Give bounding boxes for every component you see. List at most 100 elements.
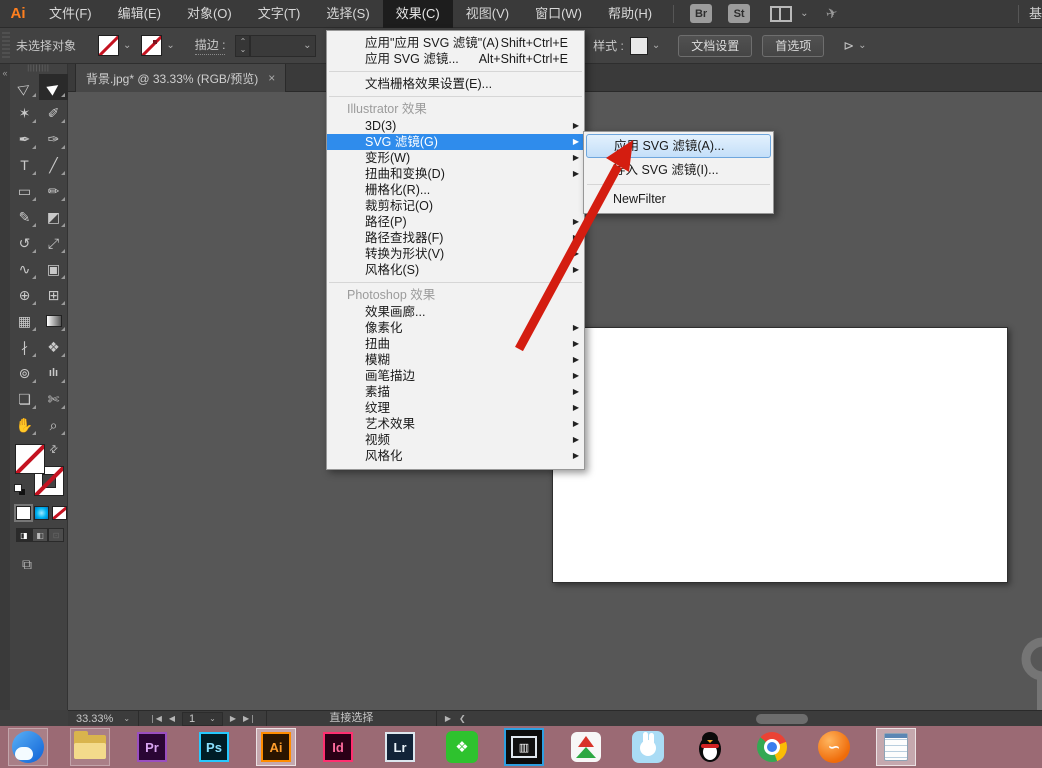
zoom-tool[interactable]: ⌕ (39, 412, 68, 438)
paintbrush-tool[interactable]: ✏ (39, 178, 68, 204)
type-tool[interactable]: T (10, 152, 39, 178)
artboard-tool[interactable]: ❏ (10, 386, 39, 412)
swap-fill-stroke-icon[interactable]: ⇄ (47, 443, 61, 457)
gradient-button[interactable] (34, 506, 49, 520)
menu-item-stylize-ai[interactable]: 风格化(S)▶ (327, 262, 584, 278)
default-fill-stroke-icon[interactable] (14, 484, 26, 496)
bridge-button[interactable]: Br (690, 4, 712, 23)
submenu-item-import-svg-filter[interactable]: 导入 SVG 滤镜(I)... (586, 158, 771, 182)
menu-item-apply-svg-filter[interactable]: 应用 SVG 滤镜...Alt+Shift+Ctrl+E (327, 51, 584, 67)
menu-item-rasterize[interactable]: 栅格化(R)... (327, 182, 584, 198)
menu-item-warp[interactable]: 变形(W)▶ (327, 150, 584, 166)
chevron-down-icon[interactable]: ⌄ (162, 40, 178, 51)
menu-item-crop-marks[interactable]: 裁剪标记(O) (327, 198, 584, 214)
chevron-down-icon[interactable]: ⌄ (299, 40, 315, 51)
width-tool[interactable]: ∿ (10, 256, 39, 282)
stroke-weight-label[interactable]: 描边 : (195, 36, 226, 55)
chevron-down-icon[interactable]: ⌄ (854, 40, 870, 51)
taskbar-chrome[interactable] (752, 728, 792, 766)
menu-item-artistic[interactable]: 艺术效果▶ (327, 416, 584, 432)
taskbar-premiere[interactable]: Pr (132, 728, 172, 766)
stroke-color-swatch[interactable] (141, 35, 162, 56)
chevron-down-icon[interactable]: ⌄ (209, 714, 216, 723)
preferences-button[interactable]: 首选项 (762, 35, 824, 57)
menu-type[interactable]: 文字(T) (245, 0, 314, 28)
close-icon[interactable]: × (268, 71, 275, 85)
first-artboard-icon[interactable]: ❘◀ (149, 714, 162, 723)
zoom-level-combo[interactable]: 33.33% ⌄ (68, 711, 139, 727)
document-setup-button[interactable]: 文档设置 (678, 35, 752, 57)
draw-behind-button[interactable]: ◧ (32, 528, 48, 542)
menu-item-path[interactable]: 路径(P)▶ (327, 214, 584, 230)
slice-tool[interactable]: ✄ (39, 386, 68, 412)
menu-select[interactable]: 选择(S) (313, 0, 382, 28)
lasso-tool[interactable]: ✐ (39, 100, 68, 126)
taskbar-green-cube-app[interactable]: ❖ (442, 728, 482, 766)
menu-effect[interactable]: 效果(C) (383, 0, 453, 28)
chevron-down-icon[interactable]: ⌄ (119, 40, 135, 51)
taskbar-photoshop[interactable]: Ps (194, 728, 234, 766)
artboard[interactable] (552, 327, 1008, 583)
tools-panel-grip[interactable]: |||||||| (10, 64, 67, 74)
menu-item-3d[interactable]: 3D(3)▶ (327, 118, 584, 134)
symbol-sprayer-tool[interactable]: ⊚ (10, 360, 39, 386)
menu-item-convert-to-shape[interactable]: 转换为形状(V)▶ (327, 246, 584, 262)
selection-options-icon[interactable]: ⊳ (843, 38, 854, 54)
taskbar-cone-app[interactable] (566, 728, 606, 766)
taskbar-rabbit-app[interactable] (628, 728, 668, 766)
magic-wand-tool[interactable]: ✶ (10, 100, 39, 126)
fill-swatch[interactable] (15, 444, 45, 474)
scale-tool[interactable]: ⤢ (39, 230, 68, 256)
rectangle-tool[interactable]: ▭ (10, 178, 39, 204)
arrange-documents-icon[interactable] (770, 6, 792, 22)
none-button[interactable] (52, 506, 67, 520)
menu-item-pixelate[interactable]: 像素化▶ (327, 320, 584, 336)
scrollbar-thumb[interactable] (756, 714, 808, 724)
current-tool-label[interactable]: 直接选择 (267, 711, 437, 727)
last-artboard-icon[interactable]: ▶❘ (243, 714, 256, 723)
sync-icon[interactable]: ✈ (824, 4, 840, 23)
menu-item-pathfinder[interactable]: 路径查找器(F)▶ (327, 230, 584, 246)
style-swatch[interactable] (630, 37, 648, 55)
selection-tool[interactable]: ▷ (10, 74, 39, 100)
hand-tool[interactable]: ✋ (10, 412, 39, 438)
submenu-item-newfilter[interactable]: NewFilter (586, 187, 771, 211)
line-segment-tool[interactable]: ╱ (39, 152, 68, 178)
perspective-grid-tool[interactable]: ⊞ (39, 282, 68, 308)
collapse-panel-icon[interactable]: « (0, 68, 10, 78)
screen-mode-icon[interactable]: ⧉ (22, 556, 67, 573)
pencil-tool[interactable]: ✎ (10, 204, 39, 230)
eyedropper-tool[interactable]: ∤ (10, 334, 39, 360)
menu-object[interactable]: 对象(O) (174, 0, 245, 28)
menu-edit[interactable]: 编辑(E) (105, 0, 174, 28)
draw-normal-button[interactable]: ◨ (16, 528, 32, 542)
menu-item-video[interactable]: 视频▶ (327, 432, 584, 448)
blend-tool[interactable]: ❖ (39, 334, 68, 360)
chevron-down-icon[interactable]: ⌄ (648, 40, 664, 51)
taskbar-lightroom[interactable]: Lr (380, 728, 420, 766)
prev-artboard-icon[interactable]: ◀ (169, 714, 175, 723)
shape-builder-tool[interactable]: ⊕ (10, 282, 39, 308)
stock-button[interactable]: St (728, 4, 750, 23)
workspace-switcher[interactable]: 基 (1018, 5, 1042, 23)
submenu-item-apply-svg-filter[interactable]: 应用 SVG 滤镜(A)... (586, 134, 771, 158)
menu-item-texture[interactable]: 纹理▶ (327, 400, 584, 416)
pen-tool[interactable]: ✒ (10, 126, 39, 152)
menu-item-distort-transform[interactable]: 扭曲和变换(D)▶ (327, 166, 584, 182)
taskbar-video-player[interactable]: ▥ (504, 728, 544, 766)
next-artboard-icon[interactable]: ▶ (230, 714, 236, 723)
eraser-tool[interactable]: ◩ (39, 204, 68, 230)
color-button[interactable] (16, 506, 31, 520)
menu-item-svg-filters[interactable]: SVG 滤镜(G)▶ (327, 134, 584, 150)
gradient-tool[interactable] (39, 308, 68, 334)
taskbar-qq[interactable] (690, 728, 730, 766)
menu-item-apply-last-effect[interactable]: 应用"应用 SVG 滤镜"(A)Shift+Ctrl+E (327, 35, 584, 51)
menu-window[interactable]: 窗口(W) (522, 0, 595, 28)
menu-help[interactable]: 帮助(H) (595, 0, 665, 28)
stroke-weight-combo[interactable]: ⌄ (250, 35, 316, 57)
menu-item-effect-gallery[interactable]: 效果画廊... (327, 304, 584, 320)
chevron-down-icon[interactable]: ⌄ (240, 46, 247, 54)
menu-item-sketch[interactable]: 素描▶ (327, 384, 584, 400)
taskbar-indesign[interactable]: Id (318, 728, 358, 766)
taskbar-qq-browser[interactable] (8, 728, 48, 766)
